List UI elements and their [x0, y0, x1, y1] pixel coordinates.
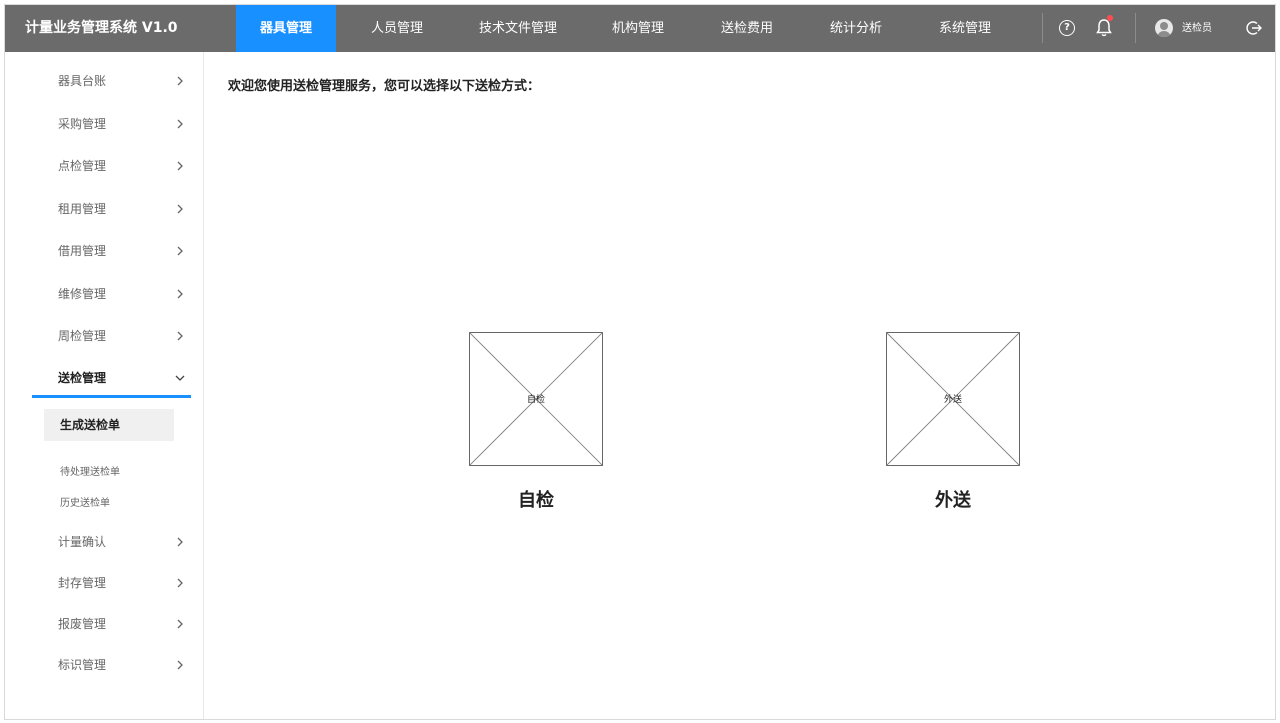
- submenu-item-generate-order[interactable]: 生成送检单: [44, 409, 174, 441]
- header-divider: [1042, 13, 1043, 43]
- welcome-message: 欢迎您使用送检管理服务，您可以选择以下送检方式：: [228, 79, 541, 94]
- sidebar-item-periodic-check[interactable]: 周检管理: [5, 321, 204, 351]
- chevron-right-icon: [177, 76, 183, 86]
- self-inspection-caption[interactable]: 自检: [469, 486, 603, 512]
- sidebar-item-maintenance[interactable]: 维修管理: [5, 279, 204, 309]
- chevron-right-icon: [177, 537, 183, 547]
- sidebar-item-label: 送检管理: [58, 371, 107, 385]
- sidebar-item-send-inspection[interactable]: 送检管理: [5, 363, 204, 393]
- nav-item-instrument-management[interactable]: 器具管理: [236, 5, 336, 52]
- submenu-item-history-orders[interactable]: 历史送检单: [60, 491, 110, 510]
- sidebar-item-label: 标识管理: [58, 658, 107, 672]
- sidebar-item-label: 器具台账: [58, 74, 107, 88]
- nav-item-technical-documents[interactable]: 技术文件管理: [458, 5, 578, 52]
- user-avatar[interactable]: [1155, 19, 1173, 37]
- nav-item-personnel-management[interactable]: 人员管理: [336, 5, 458, 52]
- help-icon[interactable]: ?: [1059, 20, 1075, 36]
- top-bar: 计量业务管理系统 V1.0 器具管理 人员管理 技术文件管理 机构管理 送检费用…: [5, 5, 1275, 52]
- app-window: 计量业务管理系统 V1.0 器具管理 人员管理 技术文件管理 机构管理 送检费用…: [4, 4, 1276, 720]
- sidebar-item-label: 计量确认: [58, 535, 107, 549]
- nav-item-system-management[interactable]: 系统管理: [916, 5, 1014, 52]
- sidebar-item-purchase[interactable]: 采购管理: [5, 109, 204, 139]
- notification-badge: [1107, 15, 1113, 21]
- chevron-right-icon: [177, 246, 183, 256]
- sidebar-item-labeling[interactable]: 标识管理: [5, 650, 204, 680]
- sidebar-item-rental[interactable]: 租用管理: [5, 194, 204, 224]
- bell-icon[interactable]: [1095, 18, 1113, 38]
- sidebar-item-sealing[interactable]: 封存管理: [5, 568, 204, 598]
- chevron-right-icon: [177, 619, 183, 629]
- chevron-down-icon: [175, 375, 185, 381]
- option-inner-label: 自检: [526, 395, 545, 405]
- sidebar-item-instrument-ledger[interactable]: 器具台账: [5, 66, 204, 96]
- chevron-right-icon: [177, 204, 183, 214]
- chevron-right-icon: [177, 660, 183, 670]
- sidebar-item-spot-check[interactable]: 点检管理: [5, 151, 204, 181]
- sidebar-item-label: 维修管理: [58, 287, 107, 301]
- sidebar-item-label: 采购管理: [58, 117, 107, 131]
- sidebar-item-label: 报废管理: [58, 617, 107, 631]
- chevron-right-icon: [177, 289, 183, 299]
- sidebar-item-borrowing[interactable]: 借用管理: [5, 236, 204, 266]
- sidebar-item-label: 租用管理: [58, 202, 107, 216]
- submenu-item-pending-orders[interactable]: 待处理送检单: [60, 460, 120, 479]
- self-inspection-option[interactable]: 自检: [469, 332, 603, 466]
- chevron-right-icon: [177, 161, 183, 171]
- submenu-item-label: 生成送检单: [60, 418, 121, 432]
- nav-item-organization-management[interactable]: 机构管理: [578, 5, 698, 52]
- sidebar-item-label: 点检管理: [58, 159, 107, 173]
- nav-item-statistics[interactable]: 统计分析: [796, 5, 916, 52]
- main-nav: 器具管理 人员管理 技术文件管理 机构管理 送检费用 统计分析 系统管理: [236, 5, 1014, 52]
- main-content: 欢迎您使用送检管理服务，您可以选择以下送检方式： 自检 自检 外送 外送: [205, 52, 1275, 719]
- external-inspection-option[interactable]: 外送: [886, 332, 1020, 466]
- sidebar-item-metrology-confirmation[interactable]: 计量确认: [5, 527, 204, 557]
- option-inner-label: 外送: [943, 395, 962, 405]
- sidebar-item-scrapping[interactable]: 报废管理: [5, 609, 204, 639]
- chevron-right-icon: [177, 578, 183, 588]
- chevron-right-icon: [177, 331, 183, 341]
- app-title: 计量业务管理系统 V1.0: [25, 20, 178, 36]
- sidebar-item-label: 借用管理: [58, 244, 107, 258]
- header-divider: [1135, 13, 1136, 43]
- active-menu-underline: [32, 395, 191, 398]
- user-name[interactable]: 送检员: [1182, 5, 1212, 52]
- nav-item-inspection-fees[interactable]: 送检费用: [698, 5, 796, 52]
- sidebar: 器具台账 采购管理 点检管理 租用管理 借用管理 维修管理 周检管理 送检管理: [5, 52, 204, 719]
- sidebar-item-label: 封存管理: [58, 576, 107, 590]
- external-inspection-caption[interactable]: 外送: [886, 486, 1020, 512]
- submenu-item-label: 待处理送检单: [60, 467, 120, 478]
- sidebar-item-label: 周检管理: [58, 329, 107, 343]
- chevron-right-icon: [177, 119, 183, 129]
- submenu-item-label: 历史送检单: [60, 498, 110, 509]
- logout-icon[interactable]: [1246, 20, 1262, 36]
